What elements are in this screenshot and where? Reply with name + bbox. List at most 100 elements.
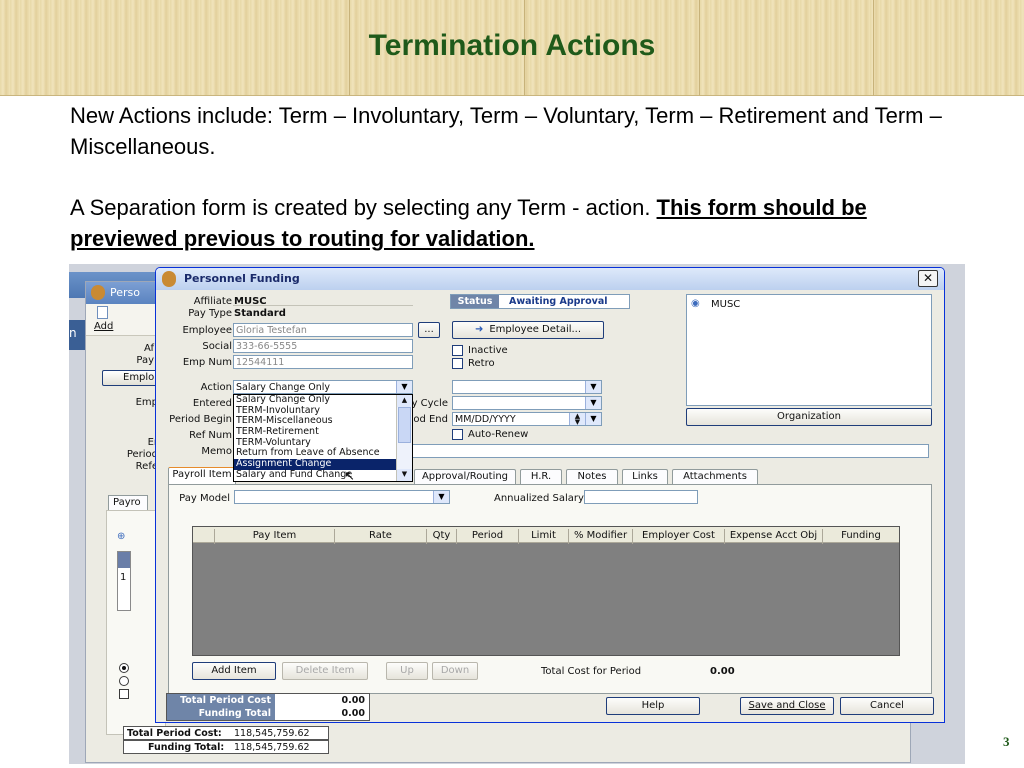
action-dropdown-list[interactable]: Salary Change Only TERM-Involuntary TERM…: [233, 394, 413, 484]
bg-funding-total: Funding Total: 118,545,759.62: [123, 740, 329, 754]
action-select-value: Salary Change Only: [236, 382, 331, 393]
period-end-field[interactable]: MM/DD/YYYY ▲ ▼ ▼: [452, 412, 602, 426]
bg-total-period-value: 118,545,759.62: [234, 728, 310, 739]
app-icon: [91, 285, 105, 300]
action-select[interactable]: Salary Change Only ▼: [233, 380, 413, 394]
close-icon[interactable]: ✕: [918, 270, 938, 287]
new-document-icon[interactable]: [97, 306, 108, 319]
dialog-app-icon: [162, 271, 176, 287]
action-secondary-select[interactable]: ▼: [452, 380, 602, 394]
action-label: Action: [200, 382, 232, 393]
col-expense-acct[interactable]: Expense Acct Obj: [725, 529, 823, 544]
tab-approval-routing[interactable]: Approval/Routing: [414, 469, 516, 485]
tab-hr[interactable]: H.R.: [520, 469, 562, 485]
tab-notes[interactable]: Notes: [566, 469, 618, 485]
summary-funding-value: 0.00: [341, 708, 365, 719]
down-button[interactable]: Down: [432, 662, 478, 680]
bg-label-pay: Pay: [136, 355, 154, 366]
chevron-down-icon[interactable]: ▼: [396, 381, 412, 393]
chevron-down-icon[interactable]: ▼: [397, 469, 412, 481]
bg-label-affiliate: Af: [143, 343, 154, 354]
retro-label: Retro: [468, 358, 495, 369]
up-button[interactable]: Up: [386, 662, 428, 680]
status-value: Awaiting Approval: [509, 296, 608, 307]
expand-icon[interactable]: ⊕: [117, 531, 125, 542]
emp-num-field[interactable]: 12544111: [233, 355, 413, 369]
total-cost-value: 0.00: [710, 666, 735, 677]
bg-employee-button[interactable]: Emplo: [102, 370, 158, 386]
status-box: Status Awaiting Approval: [450, 294, 630, 309]
organization-button[interactable]: Organization: [686, 408, 932, 426]
auto-renew-label: Auto-Renew: [468, 429, 529, 440]
employee-detail-label: Employee Detail...: [489, 324, 582, 335]
paragraph-new-actions: New Actions include: Term – Involuntary,…: [70, 103, 942, 159]
employee-lookup-button[interactable]: ...: [418, 322, 440, 338]
social-field[interactable]: 333-66-5555: [233, 339, 413, 353]
annualized-salary-field[interactable]: [584, 490, 698, 504]
delete-item-button[interactable]: Delete Item: [282, 662, 368, 680]
spinner-icon[interactable]: ▲ ▼: [569, 413, 585, 425]
col-period[interactable]: Period: [457, 529, 519, 544]
retro-checkbox[interactable]: [452, 358, 463, 369]
dropdown-scrollbar[interactable]: ▲ ▼: [396, 395, 412, 481]
dialog-titlebar: Personnel Funding ✕: [156, 268, 944, 290]
bg-label-entered: Er: [147, 437, 158, 448]
bg-tab-payroll[interactable]: Payro: [108, 495, 148, 511]
employee-field[interactable]: Gloria Testefan: [233, 323, 413, 337]
add-button[interactable]: Add: [94, 321, 113, 332]
col-rate[interactable]: Rate: [335, 529, 427, 544]
bg-tab-label: Payro: [113, 497, 141, 508]
entered-label: Entered: [192, 398, 232, 409]
inactive-label: Inactive: [468, 345, 508, 356]
chevron-down-icon[interactable]: ▼: [585, 413, 601, 425]
bg-total-period-cost: Total Period Cost: 118,545,759.62: [123, 726, 329, 740]
affiliate-label: Affiliate: [193, 296, 232, 307]
save-and-close-button[interactable]: Save and Close: [740, 697, 834, 715]
cycle-select[interactable]: ▼: [452, 396, 602, 410]
tab-attachments[interactable]: Attachments: [672, 469, 758, 485]
scrollbar-thumb[interactable]: [398, 407, 411, 443]
chevron-down-icon[interactable]: ▼: [585, 381, 601, 393]
chevron-down-icon[interactable]: ▼: [585, 397, 601, 409]
col-funding[interactable]: Funding: [823, 529, 899, 544]
summary-funding-label: Funding Total: [167, 707, 275, 720]
employee-detail-button[interactable]: ➜ Employee Detail...: [452, 321, 604, 339]
bg-radio-2[interactable]: [119, 676, 129, 686]
col-employer-cost[interactable]: Employer Cost: [633, 529, 725, 544]
org-tree-item[interactable]: MUSC: [711, 299, 740, 310]
col-limit[interactable]: Limit: [519, 529, 569, 544]
ref-num-label: Ref Num: [189, 430, 232, 441]
employee-label: Employee: [182, 325, 232, 336]
chevron-up-icon[interactable]: ▲: [397, 395, 412, 407]
col-modifier[interactable]: % Modifier: [569, 529, 633, 544]
auto-renew-checkbox[interactable]: [452, 429, 463, 440]
bg-radio-1[interactable]: [119, 663, 129, 673]
col-qty[interactable]: Qty: [427, 529, 457, 544]
chevron-down-icon[interactable]: ▼: [433, 491, 449, 503]
bg-funding-total-value: 118,545,759.62: [234, 742, 310, 753]
pay-type-value: Standard: [234, 308, 286, 319]
bg-checkbox[interactable]: [119, 689, 129, 699]
screenshot: n Perso Add Af Pay Emplo Emp Er Period R…: [69, 264, 965, 764]
pay-item-grid[interactable]: [192, 526, 900, 656]
paragraph-separation-form: A Separation form is created by selectin…: [70, 192, 970, 254]
status-label: Status: [451, 295, 499, 308]
mouse-cursor-icon: ↖: [344, 469, 355, 484]
cancel-button[interactable]: Cancel: [840, 697, 934, 715]
tab-payroll-item[interactable]: Payroll Item: [168, 467, 236, 485]
inactive-checkbox[interactable]: [452, 345, 463, 356]
organization-tree[interactable]: ◉ MUSC: [686, 294, 932, 406]
pointer-icon: ➜: [474, 324, 484, 335]
col-pay-item[interactable]: Pay Item: [215, 529, 335, 544]
pay-model-select[interactable]: ▼: [234, 490, 450, 504]
add-item-button[interactable]: Add Item: [192, 662, 276, 680]
pay-type-label: Pay Type: [188, 308, 232, 319]
bg-label-period: Period: [126, 449, 158, 460]
dialog-title: Personnel Funding: [184, 272, 300, 285]
help-button[interactable]: Help: [606, 697, 700, 715]
option-salary-and-fund-change[interactable]: Salary and Fund Change: [234, 469, 396, 481]
separation-text: A Separation form is created by selectin…: [70, 195, 657, 220]
globe-icon: ◉: [691, 298, 700, 309]
social-label: Social: [202, 341, 232, 352]
tab-links[interactable]: Links: [622, 469, 668, 485]
